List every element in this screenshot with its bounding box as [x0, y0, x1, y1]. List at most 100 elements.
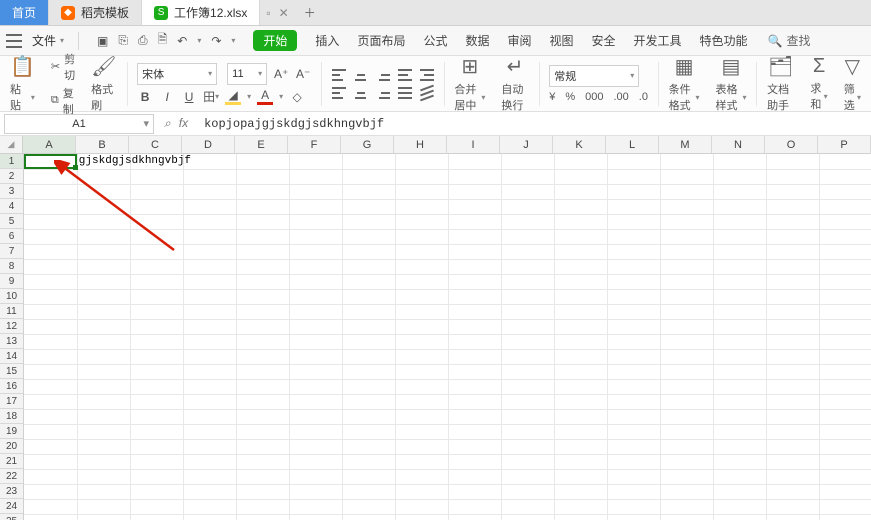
col-header-B[interactable]: B — [76, 136, 129, 153]
row-header-8[interactable]: 8 — [0, 259, 23, 274]
redo-dropdown-icon[interactable]: ▾ — [231, 36, 235, 45]
redo-icon[interactable]: ↷ — [211, 34, 221, 48]
row-header-16[interactable]: 16 — [0, 379, 23, 394]
tab-home[interactable]: 首页 — [0, 0, 49, 25]
valign-top-icon[interactable] — [332, 69, 346, 81]
filter-button[interactable]: ▽ 筛选▾ — [838, 54, 867, 113]
sum-button[interactable]: Σ 求和▾ — [804, 55, 833, 112]
row-header-4[interactable]: 4 — [0, 199, 23, 214]
print-preview-icon[interactable]: 🗎 — [158, 30, 168, 51]
row-header-3[interactable]: 3 — [0, 184, 23, 199]
increase-decimal-icon[interactable]: .00 — [613, 91, 628, 103]
row-header-2[interactable]: 2 — [0, 169, 23, 184]
save-as-icon[interactable]: ⎘ — [118, 33, 128, 48]
ribbon-tab-insert[interactable]: 插入 — [315, 32, 339, 49]
close-tab-icon[interactable]: ✕ — [279, 6, 289, 20]
chevron-down-icon[interactable]: ▾ — [143, 117, 149, 130]
undo-dropdown-icon[interactable]: ▾ — [197, 36, 201, 45]
wrap-text-button[interactable]: ↵ 自动换行 — [495, 54, 534, 113]
col-header-M[interactable]: M — [659, 136, 712, 153]
indent-increase-icon[interactable] — [420, 69, 434, 81]
row-header-25[interactable]: 25 — [0, 514, 23, 520]
currency-icon[interactable]: ¥ — [549, 91, 555, 103]
col-header-L[interactable]: L — [606, 136, 659, 153]
valign-middle-icon[interactable] — [354, 69, 368, 81]
row-header-9[interactable]: 9 — [0, 274, 23, 289]
col-header-D[interactable]: D — [182, 136, 235, 153]
ribbon-tab-review[interactable]: 审阅 — [507, 32, 531, 49]
col-header-O[interactable]: O — [765, 136, 818, 153]
number-format-select[interactable]: 常规▾ — [549, 65, 639, 87]
format-painter-button[interactable]: 🖌 格式刷 — [85, 54, 122, 113]
align-right-icon[interactable] — [376, 87, 390, 99]
fill-color-button[interactable]: ◢ — [225, 89, 241, 105]
row-header-18[interactable]: 18 — [0, 409, 23, 424]
orientation-icon[interactable] — [420, 87, 434, 99]
align-justify-icon[interactable] — [398, 87, 412, 99]
tab-template[interactable]: ◆ 稻壳模板 — [49, 0, 142, 25]
ribbon-tab-view[interactable]: 视图 — [550, 32, 574, 49]
row-header-15[interactable]: 15 — [0, 364, 23, 379]
decrease-decimal-icon[interactable]: .0 — [639, 91, 648, 103]
row-header-11[interactable]: 11 — [0, 304, 23, 319]
select-all-corner[interactable]: ◢ — [0, 136, 23, 154]
row-header-12[interactable]: 12 — [0, 319, 23, 334]
row-header-20[interactable]: 20 — [0, 439, 23, 454]
table-style-button[interactable]: ▤ 表格样式▾ — [710, 54, 753, 113]
active-cell[interactable] — [24, 154, 77, 169]
cells-area[interactable]: kopjopajgjskdgjsdkhngvbjf — [24, 154, 871, 520]
italic-button[interactable]: I — [159, 89, 175, 105]
row-header-21[interactable]: 21 — [0, 454, 23, 469]
formula-input[interactable] — [198, 114, 871, 134]
row-header-19[interactable]: 19 — [0, 424, 23, 439]
row-header-22[interactable]: 22 — [0, 469, 23, 484]
paste-group[interactable]: 📋 粘贴▾ — [4, 54, 41, 113]
col-header-K[interactable]: K — [553, 136, 606, 153]
underline-button[interactable]: U — [181, 89, 197, 105]
col-header-N[interactable]: N — [712, 136, 765, 153]
fx-icon[interactable]: fx — [179, 116, 188, 131]
decrease-font-icon[interactable]: A⁻ — [295, 66, 311, 82]
ribbon-tab-dev[interactable]: 开发工具 — [634, 32, 682, 49]
col-header-F[interactable]: F — [288, 136, 341, 153]
font-size-select[interactable]: 11▾ — [227, 63, 267, 85]
ribbon-tab-start[interactable]: 开始 — [253, 30, 297, 51]
row-header-5[interactable]: 5 — [0, 214, 23, 229]
row-header-6[interactable]: 6 — [0, 229, 23, 244]
row-header-14[interactable]: 14 — [0, 349, 23, 364]
ribbon-tab-security[interactable]: 安全 — [592, 32, 616, 49]
conditional-format-button[interactable]: ▦ 条件格式▾ — [663, 54, 706, 113]
row-header-13[interactable]: 13 — [0, 334, 23, 349]
chevron-down-icon[interactable]: ▾ — [279, 92, 283, 101]
row-header-10[interactable]: 10 — [0, 289, 23, 304]
copy-button[interactable]: ⧉复制 — [51, 85, 75, 117]
row-header-7[interactable]: 7 — [0, 244, 23, 259]
clear-format-icon[interactable]: ◇ — [289, 89, 305, 105]
tab-workbook[interactable]: S 工作簿12.xlsx — [142, 0, 260, 25]
percent-icon[interactable]: % — [565, 91, 575, 103]
font-color-button[interactable]: A — [257, 89, 273, 105]
fill-handle[interactable] — [73, 165, 78, 170]
file-menu[interactable]: 文件 ▾ — [28, 30, 68, 51]
comma-style-icon[interactable]: 000 — [585, 91, 603, 103]
hamburger-icon[interactable] — [6, 34, 22, 48]
ribbon-tab-layout[interactable]: 页面布局 — [357, 32, 405, 49]
merge-center-button[interactable]: ⊞ 合并居中▾ — [448, 54, 491, 113]
col-header-C[interactable]: C — [129, 136, 182, 153]
row-header-24[interactable]: 24 — [0, 499, 23, 514]
col-header-H[interactable]: H — [394, 136, 447, 153]
align-left-icon[interactable] — [332, 87, 346, 99]
row-header-17[interactable]: 17 — [0, 394, 23, 409]
col-header-E[interactable]: E — [235, 136, 288, 153]
row-header-1[interactable]: 1 — [0, 154, 23, 169]
col-header-A[interactable]: A — [23, 136, 76, 153]
font-name-select[interactable]: 宋体▾ — [137, 63, 217, 85]
align-center-icon[interactable] — [354, 87, 368, 99]
save-icon[interactable]: ▣ — [97, 34, 108, 48]
undo-icon[interactable]: ↶ — [177, 34, 187, 48]
border-button[interactable]: 田▾ — [203, 89, 219, 105]
valign-bottom-icon[interactable] — [376, 69, 390, 81]
ribbon-tab-formula[interactable]: 公式 — [423, 32, 447, 49]
chevron-down-icon[interactable]: ▾ — [247, 92, 251, 101]
col-header-I[interactable]: I — [447, 136, 500, 153]
